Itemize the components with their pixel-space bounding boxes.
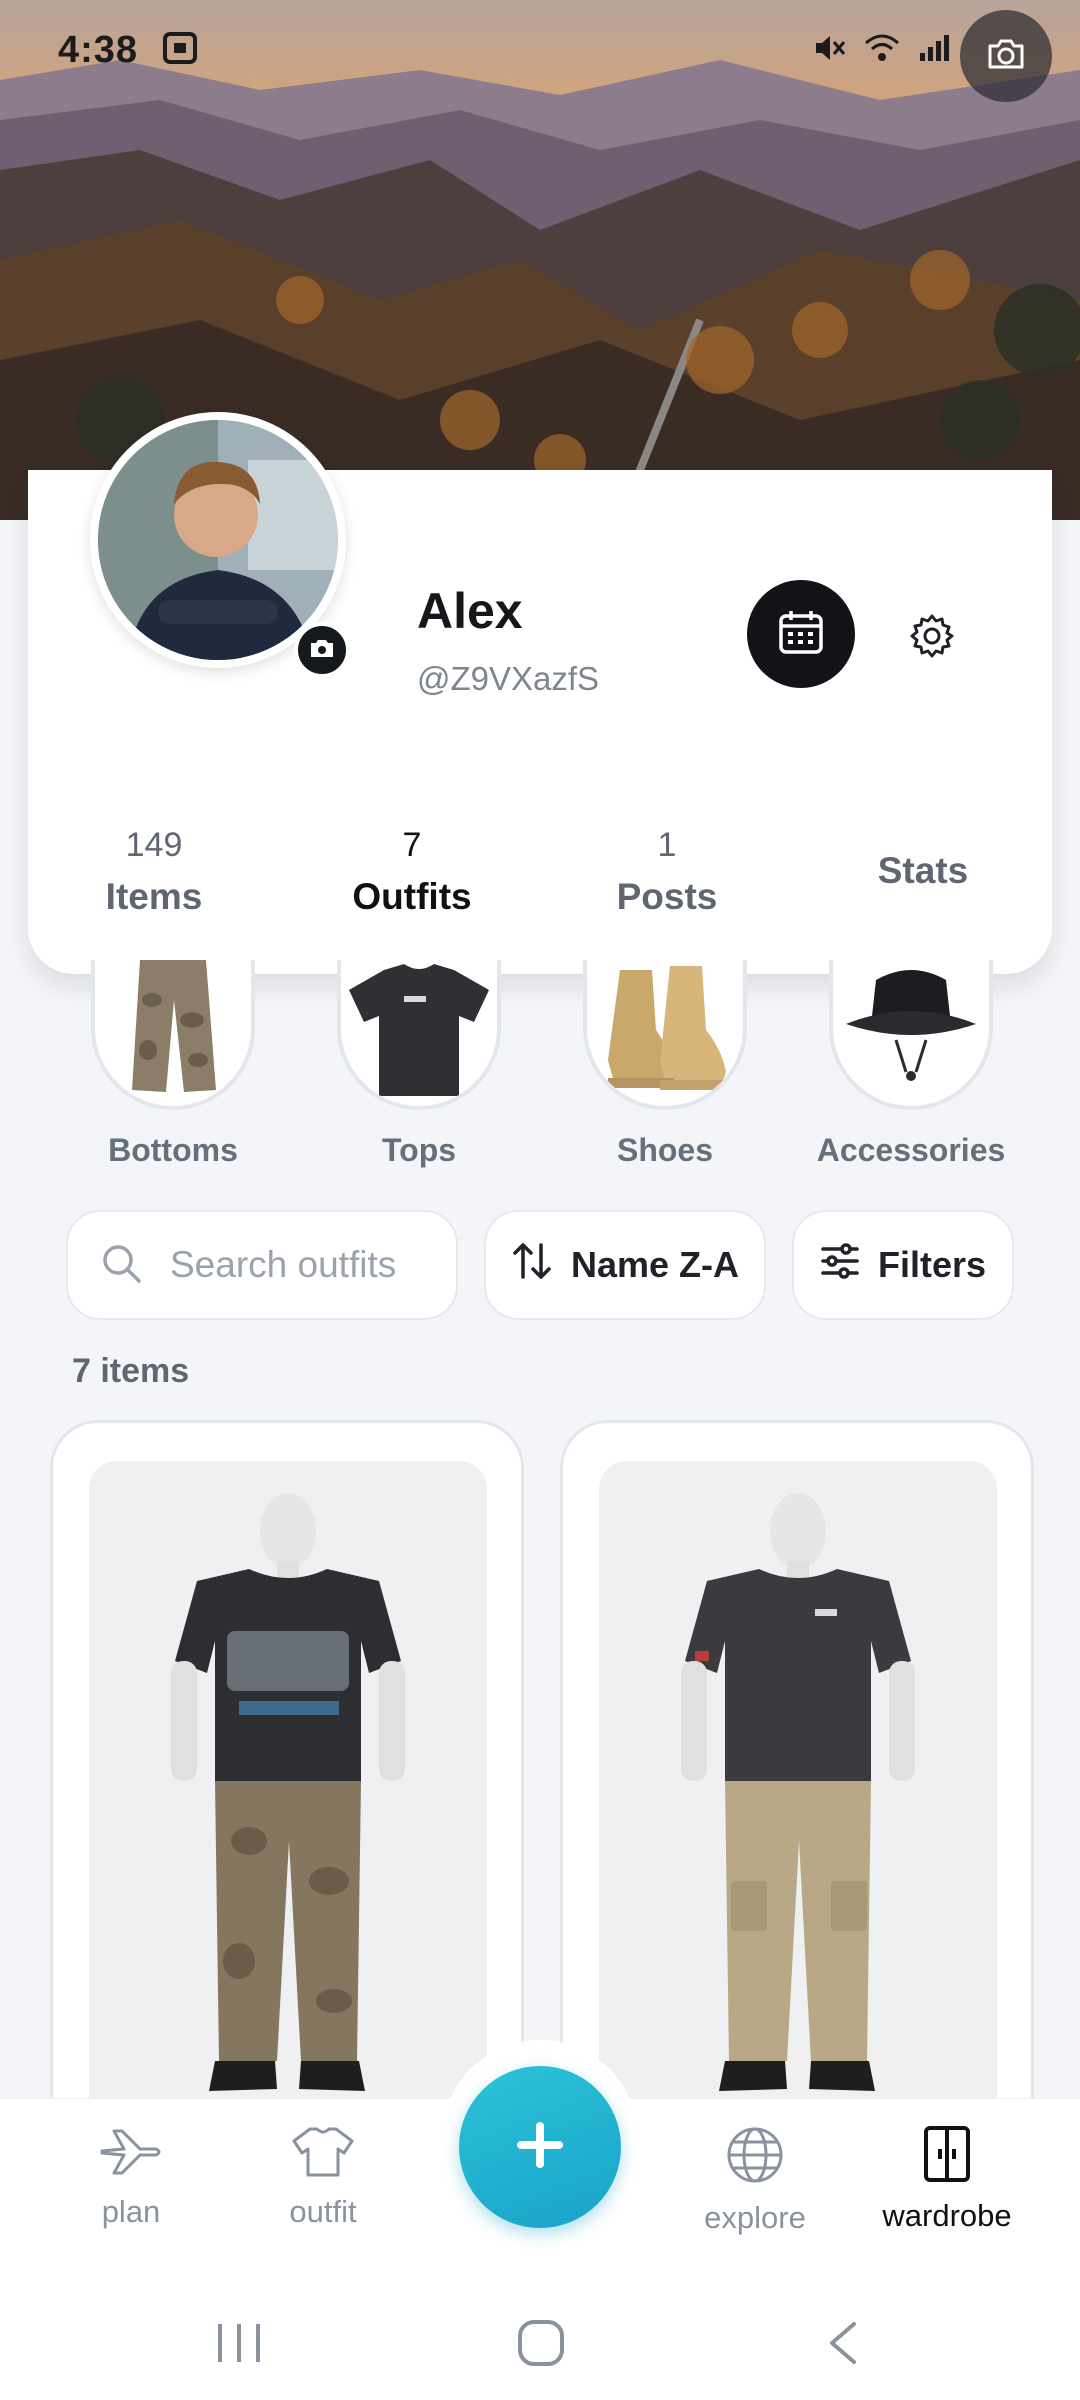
sort-button[interactable]: Name Z-A [484, 1210, 766, 1320]
tab-outfits[interactable]: 7 Outfits [302, 825, 522, 929]
search-input[interactable] [168, 1243, 432, 1287]
category-label: Shoes [616, 1132, 714, 1168]
status-bar: 4:38 [0, 0, 1080, 100]
outfit-image [89, 1461, 487, 2143]
cargo-pants-icon [91, 960, 255, 1110]
calendar-icon [777, 608, 825, 661]
signal-icon [918, 33, 952, 68]
search-icon [100, 1242, 142, 1289]
category-bottoms[interactable]: Bottoms [53, 960, 293, 1169]
nav-outfit[interactable]: outfit [228, 2125, 418, 2230]
outfit-card[interactable] [50, 1420, 524, 2143]
posts-count: 1 [657, 826, 677, 864]
category-tops[interactable]: Tops [299, 960, 539, 1169]
outfits-count: 7 [402, 826, 422, 864]
nav-plan[interactable]: plan [36, 2125, 226, 2230]
back-icon[interactable] [824, 2320, 864, 2371]
plus-icon [515, 2120, 565, 2175]
sneakers-icon [583, 960, 747, 1110]
tab-posts[interactable]: 1 Posts [557, 825, 777, 929]
nav-label: outfit [289, 2194, 357, 2229]
camera-icon [309, 637, 335, 664]
outfit-card[interactable] [560, 1420, 1034, 2143]
category-shoes[interactable]: Shoes [545, 960, 785, 1169]
sort-icon [511, 1241, 553, 1290]
settings-button[interactable] [900, 606, 964, 670]
calendar-button[interactable] [747, 580, 855, 688]
nav-label: explore [704, 2200, 806, 2235]
profile-handle: @Z9VXazfS [417, 660, 600, 697]
category-label: Bottoms [108, 1132, 238, 1168]
screenshot-icon [162, 31, 198, 70]
outfit-image [599, 1461, 997, 2143]
wifi-icon [864, 33, 900, 68]
bucket-hat-icon [829, 960, 993, 1110]
camera-icon [986, 37, 1026, 76]
category-accessories[interactable]: Accessories [791, 960, 1031, 1169]
search-box[interactable] [66, 1210, 458, 1320]
sort-label: Name Z-A [570, 1244, 740, 1285]
category-label: Tops [381, 1132, 457, 1168]
outfits-label: Outfits [352, 876, 472, 917]
nav-label: plan [101, 2194, 161, 2229]
filters-button[interactable]: Filters [792, 1210, 1014, 1320]
nav-explore[interactable]: explore [660, 2125, 850, 2236]
status-time: 4:38 [58, 28, 139, 71]
mute-icon [812, 31, 846, 70]
posts-label: Posts [616, 876, 718, 917]
home-icon[interactable] [516, 2318, 566, 2373]
add-button[interactable] [459, 2066, 621, 2228]
globe-icon [725, 2127, 785, 2189]
system-nav-bar [0, 2280, 1080, 2400]
profile-name: Alex [417, 583, 523, 639]
t-shirt-icon [290, 2127, 356, 2183]
items-label: Items [105, 876, 203, 917]
items-count: 149 [125, 826, 183, 864]
sliders-icon [820, 1242, 860, 1288]
change-cover-button[interactable] [960, 10, 1052, 102]
recents-icon[interactable] [214, 2320, 264, 2371]
t-shirt-icon [337, 960, 501, 1110]
wardrobe-icon [922, 2126, 972, 2187]
nav-label: wardrobe [882, 2198, 1012, 2233]
tab-items[interactable]: 149 Items [44, 825, 264, 929]
airplane-icon [98, 2129, 164, 2183]
nav-wardrobe[interactable]: wardrobe [852, 2125, 1042, 2234]
tab-stats[interactable]: Stats [813, 850, 1033, 892]
category-label: Accessories [816, 1132, 1006, 1168]
gear-icon [909, 613, 955, 664]
items-count-label: 7 items [72, 1352, 190, 1390]
filters-label: Filters [877, 1244, 987, 1285]
change-avatar-button[interactable] [294, 622, 350, 678]
